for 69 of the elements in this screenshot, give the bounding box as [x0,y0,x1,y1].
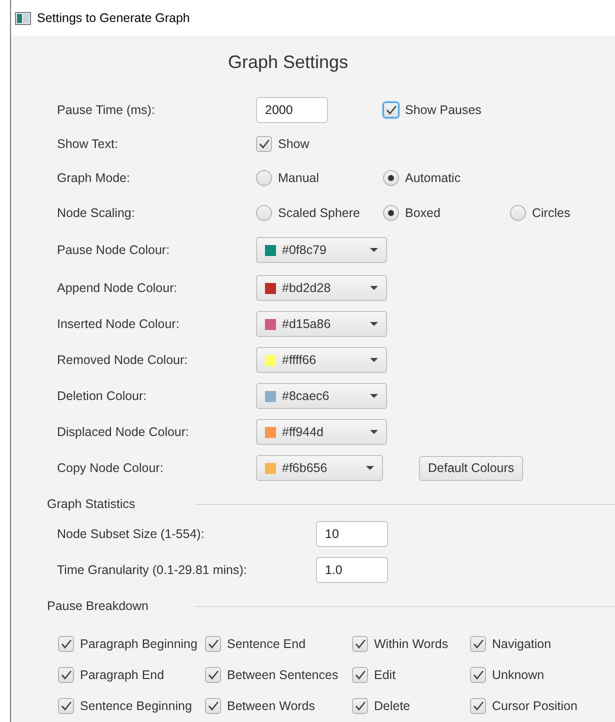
section-title: Pause Breakdown [47,599,150,613]
colour-picker[interactable]: #8caec6 [256,383,387,409]
app-icon [15,12,31,24]
checkbox[interactable]: Edit [352,666,396,682]
checkbox[interactable]: Between Words [205,698,316,714]
colour-picker[interactable]: #f6b656 [256,455,383,481]
field-label: Time Granularity (0.1-29.81 mins): [57,563,247,577]
field-label: Deletion Colour: [57,389,147,403]
window-title: Settings to Generate Graph [37,11,190,25]
input-field[interactable]: 2000 [256,97,328,123]
checkbox[interactable]: Show Pauses [383,102,482,118]
colour-picker[interactable]: #d15a86 [256,311,387,337]
field-label: Inserted Node Colour: [57,317,180,331]
caret-icon [370,394,378,398]
field-label: Removed Node Colour: [57,353,188,367]
field-label: Displaced Node Colour: [57,425,190,439]
caret-icon [366,466,374,470]
checkmark-icon [354,670,366,680]
checkbox[interactable]: Sentence End [205,636,306,652]
checkbox[interactable]: Delete [352,698,410,714]
checkmark-icon [208,700,218,710]
caret-icon [370,286,378,290]
colour-picker[interactable]: #bd2d28 [256,275,387,301]
checkmark-icon [472,670,484,680]
checkmark-icon [354,700,366,710]
checkbox[interactable]: Paragraph Beginning [58,636,198,652]
checkmark-icon [354,638,366,648]
field-label: Copy Node Colour: [57,461,164,475]
checkmark-icon [472,700,484,710]
colour-picker[interactable]: #ffff66 [256,347,387,373]
radio-button[interactable]: Boxed [383,204,440,220]
checkbox[interactable]: Between Sentences [205,666,338,682]
checkmark-icon [258,139,270,149]
checkmark-icon [60,638,72,648]
checkbox[interactable]: Paragraph End [58,666,164,682]
checkbox[interactable]: Navigation [470,636,552,652]
field-label: Append Node Colour: [57,281,178,295]
checkbox[interactable]: Within Words [352,636,448,652]
input-field[interactable]: 1.0 [316,557,388,583]
radio-button[interactable]: Circles [510,204,570,220]
checkbox[interactable]: Show [256,136,310,152]
caret-icon [370,322,378,326]
default-colours-button[interactable]: Default Colours [419,456,524,480]
field-label: Node Scaling: [57,206,135,220]
field-label: Node Subset Size (1-554): [57,527,204,541]
radio-button[interactable]: Automatic [383,170,461,186]
checkmark-icon [208,638,218,648]
checkbox[interactable]: Sentence Beginning [58,698,192,714]
checkbox[interactable]: Cursor Position [470,698,578,714]
checkmark-icon [60,670,72,680]
colour-picker[interactable]: #ff944d [256,419,387,445]
input-field[interactable]: 10 [316,521,388,547]
field-label: Show Text: [57,137,118,151]
radio-button[interactable]: Scaled Sphere [256,204,360,220]
checkmark-icon [472,638,484,648]
caret-icon [370,430,378,434]
checkbox[interactable]: Unknown [470,666,544,682]
checkmark-icon [386,105,396,115]
checkmark-icon [60,700,72,710]
field-label: Pause Time (ms): [57,103,155,117]
section-title: Graph Statistics [47,497,136,511]
field-label: Graph Mode: [57,170,130,184]
colour-picker[interactable]: #0f8c79 [256,237,387,263]
checkmark-icon [208,670,218,680]
field-label: Pause Node Colour: [57,243,170,257]
caret-icon [370,248,378,252]
radio-button[interactable]: Manual [256,170,319,186]
caret-icon [370,358,378,362]
heading: Graph Settings [228,52,350,74]
